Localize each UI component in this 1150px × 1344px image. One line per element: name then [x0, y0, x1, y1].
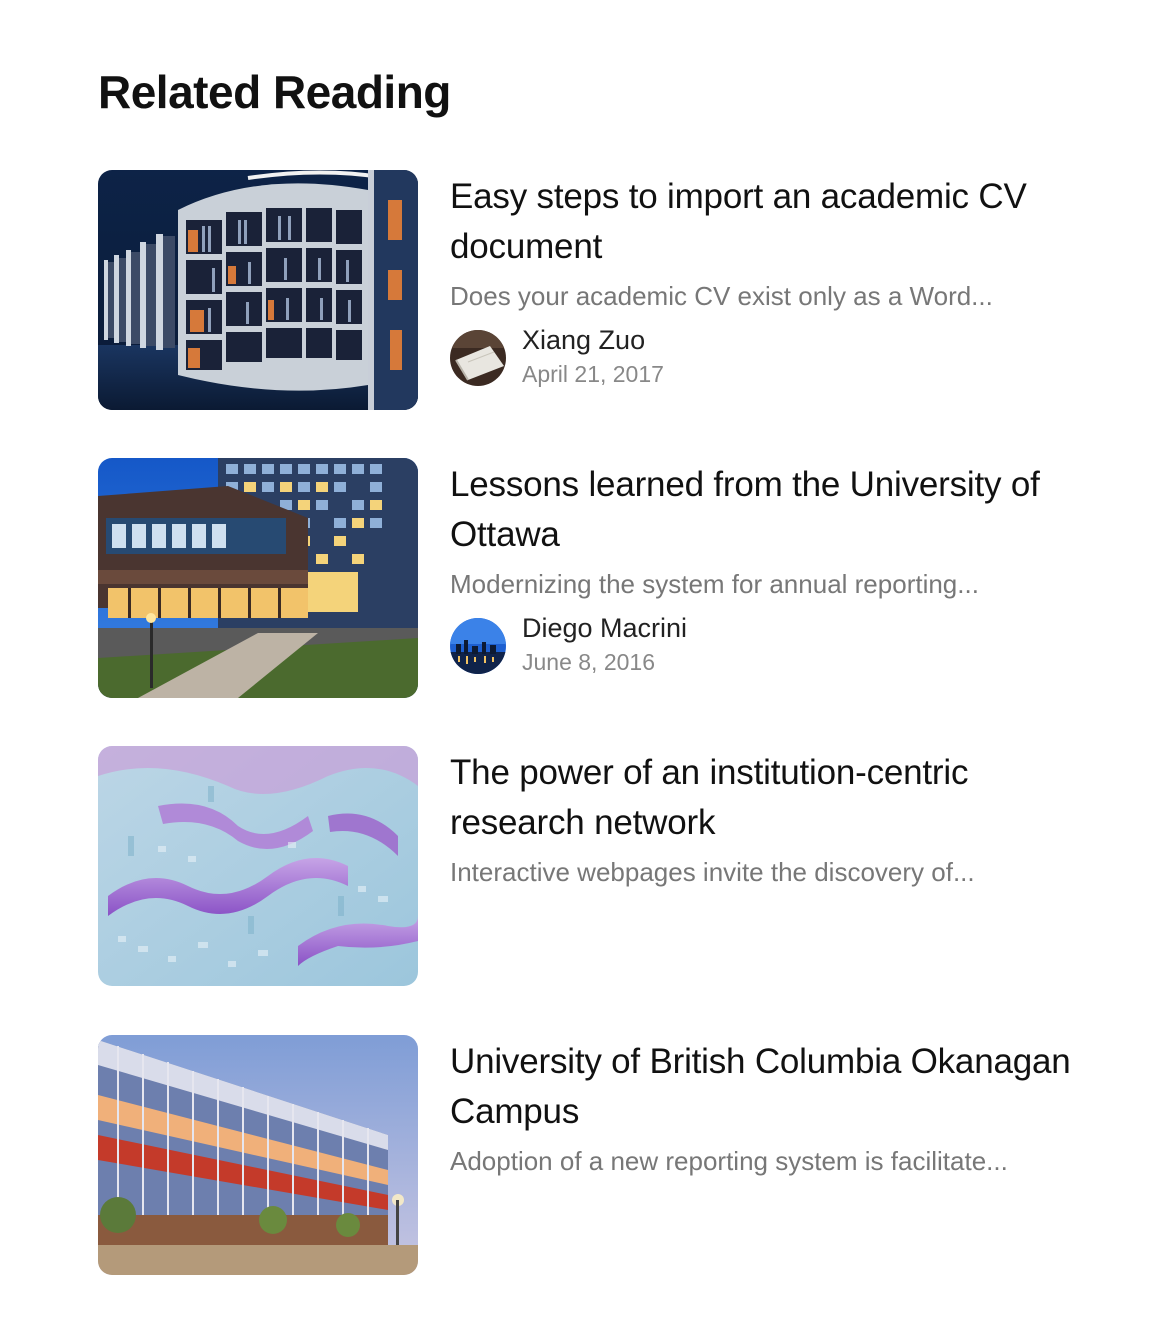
- glass-campus-building-image: [98, 1035, 418, 1275]
- university-building-image: [98, 458, 418, 698]
- article-excerpt: Adoption of a new reporting system is fa…: [450, 1146, 1008, 1176]
- article-title[interactable]: The power of an institution-centric rese…: [450, 746, 1090, 848]
- article-thumbnail[interactable]: [98, 170, 418, 410]
- article-title[interactable]: Easy steps to import an academic CV docu…: [450, 170, 1090, 272]
- article-thumbnail[interactable]: [98, 746, 418, 986]
- author-name[interactable]: Xiang Zuo: [522, 322, 645, 358]
- city-skyline-avatar-image: [450, 618, 506, 674]
- article-excerpt: Modernizing the system for annual report…: [450, 569, 979, 599]
- publish-date: April 21, 2017: [522, 361, 664, 387]
- article-title[interactable]: Lessons learned from the University of O…: [450, 458, 1090, 560]
- abstract-terrain-image: [98, 746, 418, 986]
- avatar[interactable]: [450, 330, 506, 386]
- article-card[interactable]: The power of an institution-centric rese…: [98, 746, 1098, 986]
- article-excerpt: Does your academic CV exist only as a Wo…: [450, 281, 993, 311]
- article-card[interactable]: Easy steps to import an academic CV docu…: [98, 170, 1098, 410]
- section-title: Related Reading: [98, 66, 451, 118]
- article-excerpt: Interactive webpages invite the discover…: [450, 857, 975, 887]
- avatar[interactable]: [450, 618, 506, 674]
- article-card[interactable]: University of British Columbia Okanagan …: [98, 1035, 1098, 1275]
- author-name[interactable]: Diego Macrini: [522, 610, 687, 646]
- library-bookshelves-image: [98, 170, 418, 410]
- author-info: Diego Macrini June 8, 2016: [450, 613, 1090, 678]
- article-thumbnail[interactable]: [98, 1035, 418, 1275]
- article-thumbnail[interactable]: [98, 458, 418, 698]
- publish-date: June 8, 2016: [522, 649, 656, 675]
- notebook-avatar-image: [450, 330, 506, 386]
- article-card[interactable]: Lessons learned from the University of O…: [98, 458, 1098, 698]
- article-title[interactable]: University of British Columbia Okanagan …: [450, 1035, 1090, 1137]
- author-info: Xiang Zuo April 21, 2017: [450, 325, 1090, 390]
